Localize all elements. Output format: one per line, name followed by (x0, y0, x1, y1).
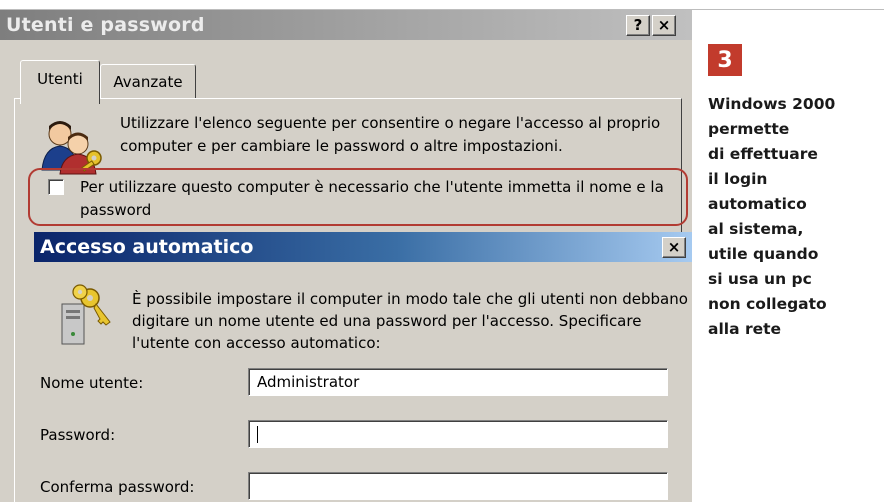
inner-title-bar[interactable]: Accesso automatico × (34, 232, 692, 262)
password-label: Password: (40, 426, 116, 444)
tab-utenti[interactable]: Utenti (20, 60, 100, 104)
password-input[interactable] (248, 420, 668, 448)
outer-title: Utenti e password (6, 14, 205, 36)
outer-close-button[interactable]: × (652, 15, 676, 36)
step-badge: 3 (708, 44, 742, 76)
tab-avanzate[interactable]: Avanzate (100, 64, 196, 98)
username-label: Nome utente: (40, 374, 144, 392)
auto-logon-description: È possibile impostare il computer in mod… (132, 290, 688, 352)
inner-close-button[interactable]: × (662, 237, 686, 258)
require-login-label[interactable]: Per utilizzare questo computer è necessa… (80, 176, 670, 222)
caption-text: Windows 2000 permette di effettuare il l… (708, 95, 836, 338)
help-button[interactable]: ? (626, 15, 650, 36)
outer-title-bar[interactable]: Utenti e password ? × (0, 10, 692, 40)
inner-title: Accesso automatico (40, 236, 254, 258)
text-caret (257, 426, 258, 443)
keys-icon (61, 284, 111, 345)
confirm-password-input[interactable] (248, 472, 668, 500)
require-login-checkbox[interactable] (48, 179, 64, 195)
username-input[interactable]: Administrator (248, 368, 668, 396)
confirm-password-label: Conferma password: (40, 478, 195, 496)
auto-logon-dialog: Accesso automatico × È possibile imposta… (34, 232, 692, 502)
intro-text: Utilizzare l'elenco seguente per consent… (120, 114, 661, 155)
